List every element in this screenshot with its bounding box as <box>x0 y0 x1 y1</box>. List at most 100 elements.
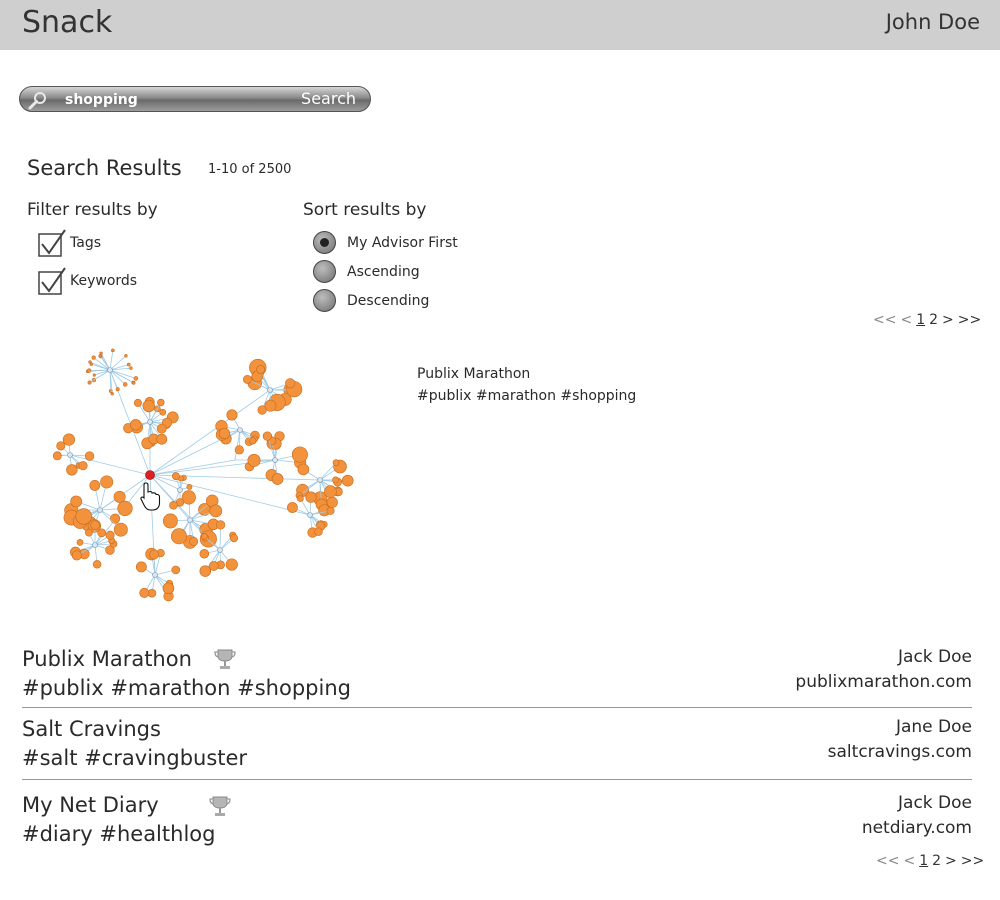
result-site-link[interactable]: saltcravings.com <box>828 742 972 762</box>
pager-page-1[interactable]: 1 <box>916 312 925 328</box>
graph-leaf-node[interactable] <box>262 431 273 441</box>
graph-leaf-node[interactable] <box>287 502 298 513</box>
graph-leaf-node[interactable] <box>92 373 96 377</box>
graph-leaf-node[interactable] <box>84 451 95 461</box>
graph-hub-node[interactable] <box>152 572 158 578</box>
pager-first[interactable]: << <box>876 853 899 869</box>
radio-selected[interactable] <box>313 231 336 254</box>
graph-leaf-node[interactable] <box>86 368 92 373</box>
graph-leaf-node[interactable] <box>297 463 310 476</box>
graph-leaf-node[interactable] <box>71 550 82 561</box>
graph-leaf-node[interactable] <box>149 549 160 560</box>
graph-hub-node[interactable] <box>237 427 243 433</box>
pager-page-1[interactable]: 1 <box>919 853 928 869</box>
graph-leaf-node[interactable] <box>156 423 167 434</box>
graph-leaf-node[interactable] <box>130 419 142 431</box>
graph-leaf-node[interactable] <box>162 513 178 529</box>
graph-leaf-node[interactable] <box>271 473 284 485</box>
graph-leaf-node[interactable] <box>156 433 168 445</box>
graph-leaf-node[interactable] <box>285 378 296 389</box>
pager-next[interactable]: > <box>945 853 957 869</box>
graph-leaf-node[interactable] <box>52 451 62 461</box>
network-graph[interactable] <box>40 340 370 615</box>
result-title[interactable]: Publix Marathon <box>22 647 192 671</box>
search-input[interactable] <box>65 90 265 109</box>
checkbox-checked-icon[interactable] <box>38 267 66 295</box>
graph-leaf-node[interactable] <box>142 399 155 413</box>
graph-leaf-node[interactable] <box>89 480 101 491</box>
graph-leaf-node[interactable] <box>159 408 167 416</box>
graph-leaf-node[interactable] <box>162 582 175 595</box>
graph-leaf-node[interactable] <box>226 409 238 421</box>
graph-leaf-node[interactable] <box>90 520 100 530</box>
graph-leaf-node[interactable] <box>124 354 128 358</box>
pager-page-2[interactable]: 2 <box>932 853 941 869</box>
user-name[interactable]: John Doe <box>886 10 980 34</box>
graph-leaf-node[interactable] <box>215 520 226 530</box>
pager-page-2[interactable]: 2 <box>929 312 938 328</box>
graph-leaf-node[interactable] <box>326 496 338 508</box>
graph-leaf-node[interactable] <box>249 437 257 445</box>
graph-leaf-node[interactable] <box>76 539 84 546</box>
graph-leaf-node[interactable] <box>84 528 93 537</box>
graph-leaf-node[interactable] <box>157 398 165 407</box>
graph-leaf-node[interactable] <box>264 399 277 412</box>
graph-leaf-node[interactable] <box>135 561 147 573</box>
graph-leaf-node[interactable] <box>291 446 308 463</box>
graph-hub-node[interactable] <box>177 487 183 493</box>
filter-option-tags[interactable]: Tags <box>38 229 101 257</box>
graph-leaf-node[interactable] <box>113 522 128 537</box>
graph-hub-node[interactable] <box>187 517 193 523</box>
graph-leaf-node[interactable] <box>332 476 339 484</box>
graph-leaf-node[interactable] <box>122 382 128 387</box>
graph-leaf-node[interactable] <box>305 491 317 503</box>
app-title[interactable]: Snack <box>22 5 112 40</box>
graph-leaf-node[interactable] <box>243 374 252 384</box>
pager-next[interactable]: > <box>942 312 954 328</box>
graph-hub-node[interactable] <box>147 419 153 425</box>
graph-leaf-node[interactable] <box>171 565 181 575</box>
graph-leaf-node[interactable] <box>75 508 92 525</box>
graph-hub-node[interactable] <box>67 452 73 458</box>
graph-leaf-node[interactable] <box>256 365 265 374</box>
graph-leaf-node[interactable] <box>111 348 115 353</box>
graph-leaf-node[interactable] <box>189 536 199 546</box>
result-site-link[interactable]: netdiary.com <box>862 818 972 838</box>
graph-leaf-node[interactable] <box>229 534 239 543</box>
graph-leaf-node[interactable] <box>110 513 121 524</box>
graph-leaf-node[interactable] <box>126 362 131 367</box>
graph-leaf-node[interactable] <box>89 362 93 366</box>
graph-leaf-node[interactable] <box>133 398 142 407</box>
graph-leaf-node[interactable] <box>218 427 231 440</box>
graph-leaf-node[interactable] <box>201 532 208 540</box>
graph-leaf-node[interactable] <box>98 354 102 358</box>
graph-leaf-node[interactable] <box>110 392 114 396</box>
sort-option-ascending[interactable]: Ascending <box>313 260 420 283</box>
graph-leaf-node[interactable] <box>234 445 244 455</box>
graph-leaf-node[interactable] <box>208 561 219 571</box>
graph-leaf-node[interactable] <box>132 381 136 385</box>
graph-hub-node[interactable] <box>107 367 113 373</box>
graph-leaf-node[interactable] <box>66 464 78 476</box>
graph-leaf-node[interactable] <box>297 495 304 502</box>
graph-leaf-node[interactable] <box>169 500 178 510</box>
sort-option-advisor-first[interactable]: My Advisor First <box>313 231 458 254</box>
graph-leaf-node[interactable] <box>62 433 76 446</box>
graph-leaf-node[interactable] <box>56 441 66 451</box>
graph-leaf-node[interactable] <box>171 472 180 481</box>
graph-leaf-node[interactable] <box>133 376 139 381</box>
graph-leaf-node[interactable] <box>105 530 115 540</box>
graph-leaf-node[interactable] <box>129 366 133 370</box>
checkbox-checked-icon[interactable] <box>38 229 66 257</box>
graph-leaf-node[interactable] <box>314 527 323 536</box>
graph-leaf-node[interactable] <box>117 500 133 517</box>
pager-prev[interactable]: < <box>900 312 912 328</box>
graph-leaf-node[interactable] <box>171 528 187 545</box>
radio-unselected[interactable] <box>313 289 336 312</box>
graph-hub-node[interactable] <box>92 542 98 548</box>
radio-unselected[interactable] <box>313 260 336 283</box>
result-site-link[interactable]: publixmarathon.com <box>795 672 972 692</box>
graph-hub-node[interactable] <box>272 457 278 463</box>
pager-last[interactable]: >> <box>958 312 981 328</box>
graph-leaf-node[interactable] <box>70 495 83 508</box>
